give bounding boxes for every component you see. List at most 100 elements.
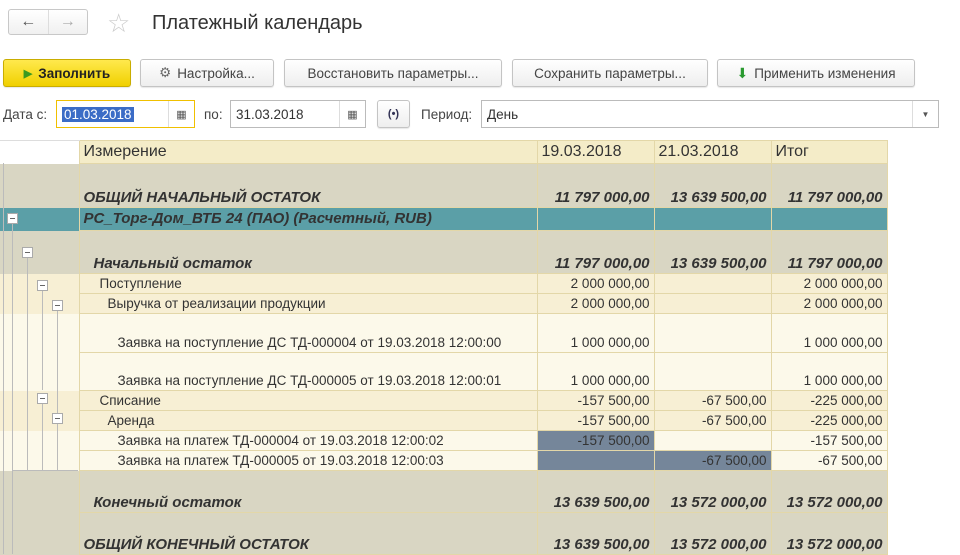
period-select-button[interactable]: (•)	[377, 100, 410, 128]
value-cell[interactable]: -225 000,00	[770, 410, 888, 431]
value-cell[interactable]	[653, 352, 772, 391]
row-label: Списание	[78, 390, 538, 411]
table-row[interactable]: Заявка на поступление ДС ТД-000005 от 19…	[0, 352, 888, 391]
value-cell[interactable]	[536, 207, 655, 231]
row-label: Заявка на платеж ТД-000004 от 19.03.2018…	[78, 430, 538, 451]
column-header[interactable]: 19.03.2018	[536, 140, 655, 164]
value-cell[interactable]: 11 797 000,00	[536, 230, 655, 274]
value-cell[interactable]: -67 500,00	[653, 450, 772, 471]
collapse-icon[interactable]	[7, 213, 18, 224]
table-header: Измерение 19.03.2018 21.03.2018 Итог	[0, 140, 888, 164]
date-to-input[interactable]: 31.03.2018 ▦	[230, 100, 366, 128]
date-from-label: Дата с:	[3, 107, 48, 122]
row-label: Начальный остаток	[78, 230, 538, 274]
restore-params-button[interactable]: Восстановить параметры...	[284, 59, 502, 87]
row-label: Заявка на поступление ДС ТД-000004 от 19…	[78, 313, 538, 353]
favorite-star-icon[interactable]: ☆	[107, 8, 130, 39]
value-cell[interactable]: 13 639 500,00	[536, 470, 655, 513]
period-select[interactable]: День ▼	[481, 100, 939, 128]
chevron-down-icon[interactable]: ▼	[912, 101, 938, 127]
value-cell[interactable]: 13 639 500,00	[653, 163, 772, 208]
value-cell[interactable]	[653, 293, 772, 314]
value-cell[interactable]: -67 500,00	[653, 390, 772, 411]
navigation-buttons: ← →	[8, 9, 88, 35]
value-cell[interactable]: 13 572 000,00	[653, 512, 772, 555]
value-cell[interactable]: 13 639 500,00	[653, 230, 772, 274]
value-cell[interactable]: 1 000 000,00	[770, 313, 888, 353]
value-cell[interactable]: -225 000,00	[770, 390, 888, 411]
value-cell[interactable]: -157 500,00	[770, 430, 888, 451]
value-cell[interactable]: 2 000 000,00	[536, 273, 655, 294]
row-label: ОБЩИЙ КОНЕЧНЫЙ ОСТАТОК	[78, 512, 538, 555]
collapse-icon[interactable]	[22, 247, 33, 258]
value-cell[interactable]	[653, 207, 772, 231]
period-icon: (•)	[387, 108, 400, 120]
apply-changes-button[interactable]: ⬇ Применить изменения	[717, 59, 915, 87]
row-label: Аренда	[78, 410, 538, 431]
collapse-icon[interactable]	[37, 393, 48, 404]
value-cell[interactable]: 1 000 000,00	[770, 352, 888, 391]
table-row[interactable]: Заявка на платеж ТД-000004 от 19.03.2018…	[0, 430, 888, 451]
row-label: Выручка от реализации продукции	[78, 293, 538, 314]
date-from-input[interactable]: 01.03.2018 ▦	[56, 100, 195, 128]
table-row[interactable]: Поступление 2 000 000,00 2 000 000,00	[0, 273, 888, 294]
row-label: Конечный остаток	[78, 470, 538, 513]
value-cell[interactable]: 13 639 500,00	[536, 512, 655, 555]
row-label: Поступление	[78, 273, 538, 294]
value-cell[interactable]: 13 572 000,00	[653, 470, 772, 513]
row-label: Заявка на платеж ТД-000005 от 19.03.2018…	[78, 450, 538, 471]
period-label: Период:	[421, 107, 473, 122]
table-row[interactable]: Списание -157 500,00 -67 500,00 -225 000,00	[0, 390, 888, 411]
settings-button[interactable]: ⚙ Настройка...	[140, 59, 274, 87]
value-cell[interactable]	[653, 273, 772, 294]
forward-button[interactable]: →	[47, 10, 88, 34]
value-cell[interactable]: 2 000 000,00	[770, 273, 888, 294]
value-cell[interactable]	[653, 313, 772, 353]
value-cell[interactable]: -157 500,00	[536, 430, 655, 451]
value-cell[interactable]: 2 000 000,00	[770, 293, 888, 314]
table-row[interactable]: Начальный остаток 11 797 000,00 13 639 500…	[0, 230, 888, 274]
table-row[interactable]: Заявка на поступление ДС ТД-000004 от 19…	[0, 313, 888, 353]
value-cell[interactable]: 11 797 000,00	[536, 163, 655, 208]
save-params-button[interactable]: Сохранить параметры...	[512, 59, 708, 87]
value-cell[interactable]: -157 500,00	[536, 410, 655, 431]
value-cell[interactable]: 2 000 000,00	[536, 293, 655, 314]
apply-icon: ⬇	[736, 64, 749, 81]
value-cell[interactable]: 11 797 000,00	[770, 230, 888, 274]
value-cell[interactable]: 13 572 000,00	[770, 512, 888, 555]
value-cell[interactable]: 1 000 000,00	[536, 352, 655, 391]
date-to-label: по:	[204, 107, 223, 122]
play-icon: ▶	[23, 67, 33, 80]
column-header[interactable]: 21.03.2018	[653, 140, 772, 164]
gear-icon: ⚙	[159, 65, 172, 80]
table-row[interactable]: Аренда -157 500,00 -67 500,00 -225 000,00	[0, 410, 888, 431]
value-cell[interactable]: 11 797 000,00	[770, 163, 888, 208]
table-row[interactable]: РС_Торг-Дом_ВТБ 24 (ПАО) (Расчетный, RUB…	[0, 207, 888, 231]
collapse-icon[interactable]	[52, 300, 63, 311]
back-button[interactable]: ←	[9, 10, 48, 34]
table-row[interactable]: ОБЩИЙ КОНЕЧНЫЙ ОСТАТОК 13 639 500,00 13 57…	[0, 512, 888, 555]
value-cell[interactable]	[536, 450, 655, 471]
row-label: Заявка на поступление ДС ТД-000005 от 19…	[78, 352, 538, 391]
column-header[interactable]: Итог	[770, 140, 888, 164]
value-cell[interactable]	[653, 430, 772, 451]
value-cell[interactable]	[770, 207, 888, 231]
value-cell[interactable]: -67 500,00	[653, 410, 772, 431]
column-header[interactable]: Измерение	[78, 140, 538, 164]
value-cell[interactable]: -157 500,00	[536, 390, 655, 411]
page-title: Платежный календарь	[152, 12, 363, 34]
table-row[interactable]: ОБЩИЙ НАЧАЛЬНЫЙ ОСТАТОК 11 797 000,00 13 6…	[0, 163, 888, 208]
value-cell[interactable]: 13 572 000,00	[770, 470, 888, 513]
table-row[interactable]: Конечный остаток 13 639 500,00 13 572 000,…	[0, 470, 888, 513]
collapse-icon[interactable]	[37, 280, 48, 291]
report-table: Измерение 19.03.2018 21.03.2018 Итог ОБЩ…	[0, 140, 888, 555]
table-row[interactable]: Выручка от реализации продукции 2 000 000…	[0, 293, 888, 314]
calendar-icon[interactable]: ▦	[339, 101, 365, 127]
fill-button[interactable]: ▶ Заполнить	[3, 59, 131, 87]
collapse-icon[interactable]	[52, 413, 63, 424]
value-cell[interactable]: 1 000 000,00	[536, 313, 655, 353]
table-row[interactable]: Заявка на платеж ТД-000005 от 19.03.2018…	[0, 450, 888, 471]
row-label: ОБЩИЙ НАЧАЛЬНЫЙ ОСТАТОК	[78, 163, 538, 208]
value-cell[interactable]: -67 500,00	[770, 450, 888, 471]
calendar-icon[interactable]: ▦	[168, 101, 194, 127]
